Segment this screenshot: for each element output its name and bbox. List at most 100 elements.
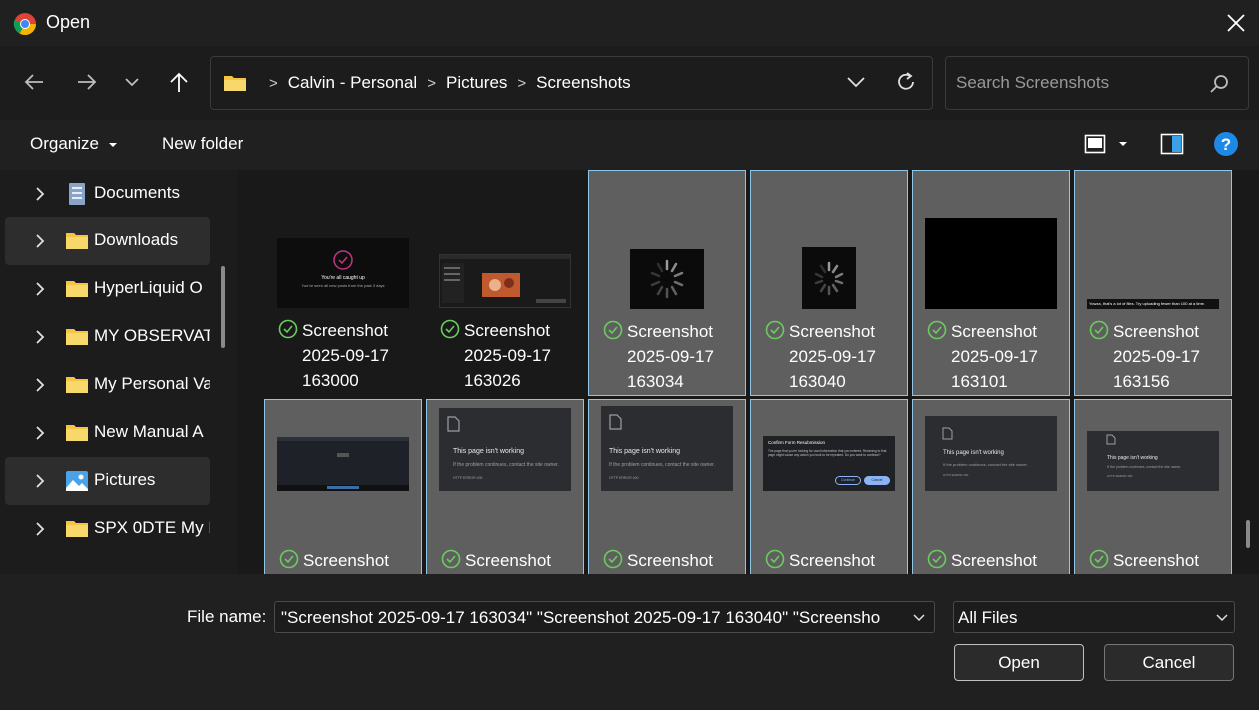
sync-check-icon [1089, 320, 1109, 340]
thumbnail-text: You've seen all new posts from the past … [301, 283, 385, 288]
new-folder-button[interactable]: New folder [162, 134, 243, 154]
thumbnail-text: This page isn't working [453, 448, 524, 455]
folder-icon [66, 425, 88, 441]
recent-locations-button[interactable] [116, 66, 148, 98]
file-tile[interactable]: This page isn't working If the problem c… [588, 399, 746, 574]
chevron-right-icon[interactable] [33, 377, 47, 393]
file-thumbnail [277, 437, 409, 491]
chevron-right-icon[interactable] [33, 425, 47, 441]
sync-check-icon [765, 549, 785, 569]
address-bar[interactable]: > Calvin - Personal > Pictures > Screens… [210, 56, 933, 110]
breadcrumb-separator: > [269, 74, 278, 92]
file-tile[interactable]: Screenshot 2025-09-17 163101 [912, 170, 1070, 396]
breadcrumb: > Calvin - Personal > Pictures > Screens… [223, 57, 631, 109]
file-name-value[interactable]: "Screenshot 2025-09-17 163034" "Screensh… [281, 608, 901, 628]
svg-text:?: ? [1221, 135, 1231, 154]
view-icon[interactable] [1084, 133, 1106, 155]
file-name: Screenshot2025-09-17163243 [465, 551, 551, 570]
chevron-right-icon[interactable] [33, 281, 47, 297]
cancel-button[interactable]: Cancel [1104, 644, 1234, 681]
file-grid-scrollbar[interactable] [1246, 520, 1250, 548]
breadcrumb-item[interactable]: Calvin - Personal [288, 73, 417, 93]
chevron-down-icon[interactable] [1214, 611, 1230, 625]
sidebar-item-label: Downloads [94, 230, 179, 249]
sync-check-icon [765, 320, 785, 340]
thumbnail-text: Confirm Form Resubmission [768, 440, 826, 445]
thumbnail-image [440, 255, 570, 303]
sidebar-item-label: HyperLiquid O [94, 278, 203, 297]
file-tile[interactable]: Screenshot 2025-09-17 163040 [750, 170, 908, 396]
folder-icon [66, 521, 88, 537]
forward-button[interactable] [71, 66, 103, 98]
file-tile[interactable]: Yowza, that's a lot of files. Try upload… [1074, 170, 1232, 396]
organize-label: Organize [30, 134, 99, 153]
file-tile[interactable]: This page isn't working If the problem c… [912, 399, 1070, 574]
breadcrumb-item[interactable]: Screenshots [536, 73, 631, 93]
chevron-right-icon[interactable] [33, 473, 47, 489]
file-tile[interactable]: You're all caught up You've seen all new… [264, 170, 422, 396]
thumbnail-text: This page isn't working [943, 450, 1004, 456]
thumbnail-button: Cancel [864, 476, 890, 485]
file-name: Screenshot 2025-09-17 163101 [951, 322, 1038, 391]
file-name-field[interactable]: "Screenshot 2025-09-17 163034" "Screensh… [274, 601, 935, 633]
sidebar-item-documents[interactable]: Documents [5, 170, 210, 218]
open-button[interactable]: Open [954, 644, 1084, 681]
file-type-select[interactable]: All Files [953, 601, 1235, 633]
search-box[interactable] [945, 56, 1249, 110]
thumbnail-text: You're all caught up [321, 275, 365, 281]
sidebar-item-my-observat[interactable]: MY OBSERVAT [5, 313, 210, 361]
sync-check-icon [603, 549, 623, 569]
sidebar-item-spx-0dte[interactable]: SPX 0DTE My I [5, 505, 210, 553]
thumbnail-text: This page isn't working [1107, 455, 1158, 461]
organize-button[interactable]: Organize [30, 134, 118, 154]
search-icon[interactable] [1208, 73, 1230, 95]
preview-pane-icon[interactable] [1160, 133, 1184, 155]
chevron-down-icon[interactable] [843, 69, 869, 95]
help-icon[interactable]: ? [1213, 131, 1239, 157]
file-grid: You're all caught up You've seen all new… [238, 170, 1259, 574]
thumbnail-text: HTTP ERROR 400 [453, 476, 483, 480]
file-tile[interactable]: Screenshot2025-09-17163240 [264, 399, 422, 574]
chevron-right-icon[interactable] [33, 329, 47, 345]
sync-check-icon [1089, 549, 1109, 569]
thumbnail-text: If the problem continues, contact the si… [609, 462, 715, 468]
refresh-icon[interactable] [893, 69, 919, 95]
file-name-label: File name: [187, 607, 267, 626]
chevron-down-icon[interactable] [911, 611, 927, 625]
sidebar-scrollbar[interactable] [221, 266, 225, 348]
sidebar-item-my-personal[interactable]: My Personal Va [5, 361, 210, 409]
file-name: Screenshot 2025-09-17 163040 [789, 322, 876, 391]
sync-check-icon [279, 549, 299, 569]
chevron-right-icon[interactable] [33, 186, 47, 202]
up-button[interactable] [163, 66, 195, 98]
sidebar-item-downloads[interactable]: Downloads [5, 217, 210, 265]
file-tile[interactable]: Confirm Form Resubmission The page that … [750, 399, 908, 574]
file-tile[interactable]: This page isn't working If the problem c… [1074, 399, 1232, 574]
caret-down-icon[interactable] [1116, 138, 1130, 150]
sidebar-item-pictures[interactable]: Pictures [5, 457, 210, 505]
sidebar-item-label: Documents [94, 183, 180, 202]
file-thumbnail: Yowza, that's a lot of files. Try upload… [1087, 299, 1219, 309]
file-name: Screenshot 2025-09-17 163000 [302, 321, 389, 390]
thumbnail-text: This page isn't working [609, 448, 680, 455]
sidebar-item-label: MY OBSERVAT [94, 326, 210, 345]
sidebar-item-new-manual[interactable]: New Manual A [5, 409, 210, 457]
thumbnail-button: Continue [835, 476, 861, 485]
chevron-right-icon[interactable] [33, 233, 47, 249]
folder-icon [224, 76, 246, 91]
sync-check-icon [440, 319, 460, 339]
arrow-up-icon [170, 72, 188, 92]
sidebar-item-hyperliquid[interactable]: HyperLiquid O [5, 265, 210, 313]
close-icon[interactable] [1222, 9, 1250, 37]
chevron-right-icon[interactable] [33, 521, 47, 537]
search-input[interactable] [956, 71, 1206, 95]
file-tile[interactable]: Screenshot 2025-09-17 163034 [588, 170, 746, 396]
pictures-icon [66, 471, 88, 491]
breadcrumb-separator: > [427, 74, 436, 92]
file-tile[interactable]: Screenshot 2025-09-17 163026 [426, 170, 584, 396]
back-button[interactable] [18, 66, 50, 98]
breadcrumb-item[interactable]: Pictures [446, 73, 507, 93]
file-tile[interactable]: This page isn't working If the problem c… [426, 399, 584, 574]
breadcrumb-separator: > [517, 74, 527, 92]
thumbnail-text: If the problem continues, contact the si… [1107, 465, 1182, 469]
